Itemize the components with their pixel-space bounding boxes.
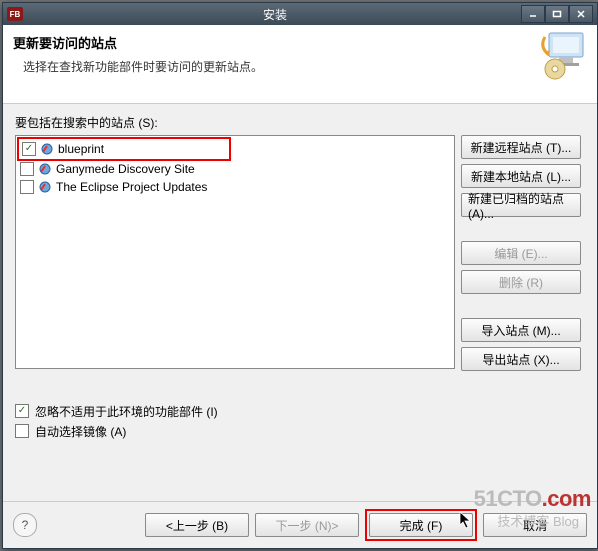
list-item[interactable]: Ganymede Discovery Site <box>18 160 452 178</box>
site-checkbox[interactable] <box>20 162 34 176</box>
site-icon <box>38 162 52 176</box>
ignore-env-label: 忽略不适用于此环境的功能部件 (I) <box>35 403 218 420</box>
site-name: The Eclipse Project Updates <box>56 180 207 194</box>
site-checkbox[interactable] <box>20 180 34 194</box>
wizard-nav-bar: ? <上一步 (B) 下一步 (N)> 完成 (F) 取消 <box>3 501 597 548</box>
remove-button: 删除 (R) <box>461 270 581 294</box>
auto-mirror-checkbox[interactable] <box>15 424 29 438</box>
install-icon <box>535 27 591 86</box>
options-group: ✓ 忽略不适用于此环境的功能部件 (I) 自动选择镜像 (A) <box>15 401 585 441</box>
window-controls <box>521 5 593 23</box>
ignore-env-checkbox[interactable]: ✓ <box>15 404 29 418</box>
side-button-column: 新建远程站点 (T)... 新建本地站点 (L)... 新建已归档的站点 (A)… <box>461 135 581 371</box>
auto-mirror-label: 自动选择镜像 (A) <box>35 423 126 440</box>
site-icon <box>40 142 54 156</box>
site-checkbox[interactable]: ✓ <box>22 142 36 156</box>
minimize-button[interactable] <box>521 5 545 23</box>
wizard-body: 要包括在搜索中的站点 (S): ✓ blueprint <box>3 104 597 501</box>
help-button[interactable]: ? <box>13 513 37 537</box>
close-button[interactable] <box>569 5 593 23</box>
title-bar: FB 安装 <box>3 3 597 25</box>
new-archived-site-button[interactable]: 新建已归档的站点 (A)... <box>461 193 581 217</box>
sites-list[interactable]: ✓ blueprint Ganymede Discovery Site <box>15 135 455 369</box>
edit-button: 编辑 (E)... <box>461 241 581 265</box>
maximize-button[interactable] <box>545 5 569 23</box>
new-remote-site-button[interactable]: 新建远程站点 (T)... <box>461 135 581 159</box>
site-icon <box>38 180 52 194</box>
finish-button[interactable]: 完成 (F) <box>369 513 473 537</box>
site-name: Ganymede Discovery Site <box>56 162 195 176</box>
window-title: 安装 <box>29 6 521 23</box>
list-item[interactable]: ✓ blueprint <box>20 140 228 158</box>
cancel-button[interactable]: 取消 <box>483 513 587 537</box>
list-item[interactable]: The Eclipse Project Updates <box>18 178 452 196</box>
next-button: 下一步 (N)> <box>255 513 359 537</box>
wizard-banner: 更新要访问的站点 选择在查找新功能部件时要访问的更新站点。 <box>3 25 597 104</box>
app-badge: FB <box>7 7 23 21</box>
sites-list-label: 要包括在搜索中的站点 (S): <box>15 114 585 131</box>
banner-subtext: 选择在查找新功能部件时要访问的更新站点。 <box>23 58 587 75</box>
export-sites-button[interactable]: 导出站点 (X)... <box>461 347 581 371</box>
import-sites-button[interactable]: 导入站点 (M)... <box>461 318 581 342</box>
back-button[interactable]: <上一步 (B) <box>145 513 249 537</box>
site-name: blueprint <box>58 142 104 156</box>
new-local-site-button[interactable]: 新建本地站点 (L)... <box>461 164 581 188</box>
banner-heading: 更新要访问的站点 <box>13 33 587 52</box>
